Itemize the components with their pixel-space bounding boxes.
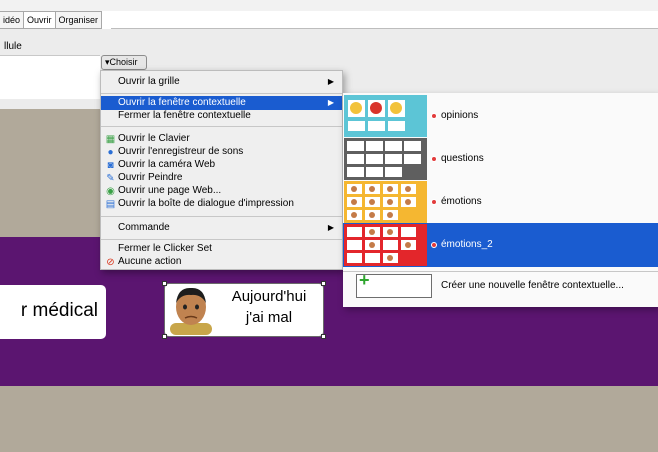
- menu-item-label: Commande: [118, 222, 170, 233]
- globe-icon: ◉: [106, 186, 115, 197]
- menu-item-label: Fermer le Clicker Set: [118, 243, 212, 254]
- submenu-arrow-icon: ▶: [327, 77, 334, 86]
- resize-handle[interactable]: [321, 281, 326, 286]
- menu-item-open-webcam[interactable]: ◙ Ouvrir la caméra Web: [101, 158, 342, 172]
- submenu-arrow-icon: ▶: [327, 98, 334, 107]
- menu-item-label: Ouvrir l'enregistreur de sons: [118, 146, 244, 157]
- resize-handle[interactable]: [162, 334, 167, 339]
- menu-item-label: Ouvrir la grille: [118, 76, 180, 87]
- popup-indicator-icon: [431, 242, 437, 248]
- popup-item-opinions[interactable]: opinions: [343, 94, 658, 138]
- create-popup-item[interactable]: Créer une nouvelle fenêtre contextuelle.…: [441, 280, 624, 291]
- menu-item-label: Ouvrir la boîte de dialogue d'impression: [118, 198, 294, 209]
- printer-icon: ▤: [105, 199, 116, 210]
- window-top-strip: [0, 0, 658, 11]
- camera-icon: ◙: [107, 160, 114, 171]
- ribbon-tabs: idéo Ouvrir Organiser: [0, 11, 103, 29]
- menu-item-command[interactable]: Commande ▶: [101, 219, 342, 237]
- menu-separator: [101, 239, 342, 240]
- cell-label: llule: [4, 41, 22, 52]
- grid-thumbnail: [344, 181, 427, 223]
- menu-item-open-keyboard[interactable]: ▦ Ouvrir le Clavier: [101, 132, 342, 146]
- tab-video[interactable]: idéo: [0, 11, 25, 29]
- menu-item-label: Aucune action: [118, 256, 182, 267]
- popup-item-questions[interactable]: questions: [343, 137, 658, 181]
- menu-item-label: Ouvrir la caméra Web: [118, 159, 216, 170]
- grid-thumbnail: [344, 95, 427, 137]
- menu-separator: [101, 216, 342, 217]
- grid-cell-text-line2: j'ai mal: [245, 309, 293, 326]
- submenu-arrow-icon: ▶: [327, 223, 334, 232]
- resize-handle[interactable]: [162, 281, 167, 286]
- popup-indicator-icon: [431, 199, 437, 205]
- prohibited-icon: ⊘: [106, 257, 115, 268]
- menu-item-label: Ouvrir le Clavier: [118, 133, 190, 144]
- menu-item-label: Ouvrir la fenêtre contextuelle: [118, 97, 246, 108]
- face-picture: [170, 287, 212, 335]
- popup-submenu: opinions questions émotions émotions_2 +…: [343, 93, 658, 307]
- plus-icon: +: [359, 270, 370, 290]
- popup-item-emotions-2[interactable]: émotions_2: [343, 223, 658, 267]
- menu-item-open-grid[interactable]: Ouvrir la grille ▶: [101, 73, 342, 91]
- menu-item-open-print[interactable]: ▤ Ouvrir la boîte de dialogue d'impressi…: [101, 197, 342, 211]
- microphone-icon: ●: [107, 147, 114, 158]
- menu-item-open-recorder[interactable]: ● Ouvrir l'enregistreur de sons: [101, 145, 342, 159]
- menu-item-open-popup[interactable]: Ouvrir la fenêtre contextuelle ▶: [101, 96, 342, 110]
- menu-item-open-webpage[interactable]: ◉ Ouvrir une page Web...: [101, 184, 342, 198]
- menu-item-no-action[interactable]: ⊘ Aucune action: [101, 255, 342, 269]
- grid-cell-text-line1: Aujourd'hui: [231, 288, 307, 305]
- menu-separator: [101, 126, 342, 127]
- menu-item-close-popup[interactable]: Fermer la fenêtre contextuelle: [101, 109, 342, 123]
- menu-item-open-paint[interactable]: ✎ Ouvrir Peindre: [101, 171, 342, 185]
- choose-button[interactable]: ▾Choisir: [101, 55, 147, 70]
- brush-icon: ✎: [106, 173, 115, 184]
- menu-item-label: Ouvrir Peindre: [118, 172, 183, 183]
- action-menu: Ouvrir la grille ▶ Ouvrir la fenêtre con…: [100, 70, 343, 270]
- popup-item-label: émotions_2: [441, 239, 493, 250]
- popup-item-label: émotions: [441, 196, 482, 207]
- cell-preview-box: [0, 55, 100, 99]
- keyboard-icon: ▦: [105, 134, 116, 145]
- resize-handle[interactable]: [321, 334, 326, 339]
- menu-item-label: Ouvrir une page Web...: [118, 185, 222, 196]
- menu-separator: [343, 271, 658, 272]
- popup-item-emotions[interactable]: émotions: [343, 180, 658, 224]
- tab-organiser[interactable]: Organiser: [55, 11, 103, 29]
- menu-separator: [101, 93, 342, 94]
- popup-indicator-icon: [431, 113, 437, 119]
- menu-item-close-clicker-set[interactable]: Fermer le Clicker Set: [101, 242, 342, 256]
- grid-cell-medical-label: r médical: [20, 300, 98, 321]
- popup-item-label: opinions: [441, 110, 479, 121]
- tab-ouvrir[interactable]: Ouvrir: [24, 11, 56, 29]
- grid-thumbnail: [344, 138, 427, 180]
- menu-item-label: Fermer la fenêtre contextuelle: [118, 110, 251, 121]
- popup-item-label: questions: [441, 153, 484, 164]
- popup-indicator-icon: [431, 156, 437, 162]
- grid-thumbnail: [344, 224, 427, 266]
